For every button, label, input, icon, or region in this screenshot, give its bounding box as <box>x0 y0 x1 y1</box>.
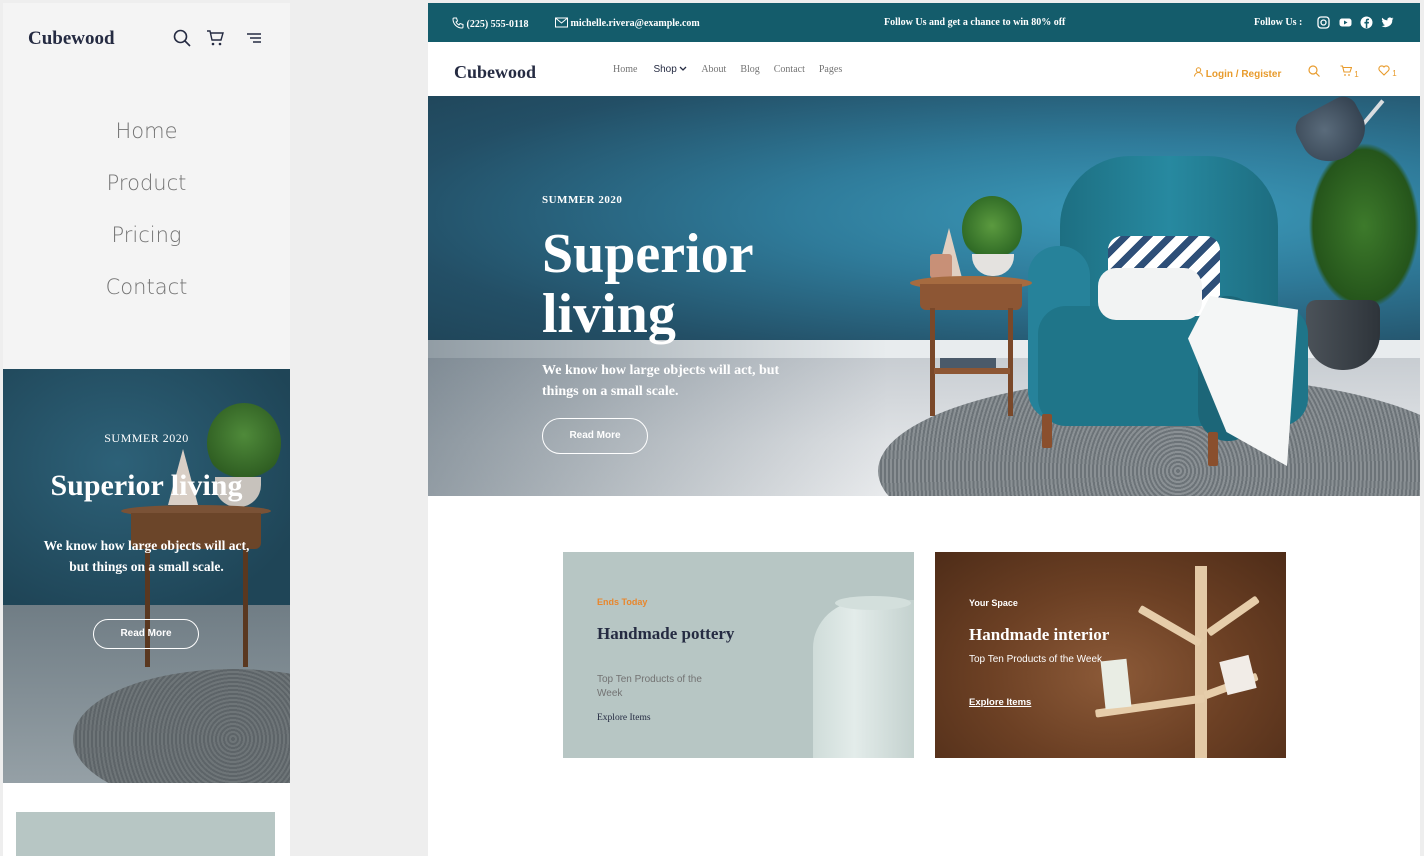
mobile-nav-home[interactable]: Home <box>3 119 290 171</box>
mail-icon <box>555 17 568 29</box>
phone-icon <box>452 17 464 30</box>
promo-subtitle: Top Ten Products of the Week <box>597 674 702 699</box>
facebook-icon[interactable] <box>1360 16 1373 30</box>
hero-big-pot-image <box>1306 300 1380 370</box>
site-logo[interactable]: Cubewood <box>454 62 536 83</box>
instagram-icon[interactable] <box>1317 16 1330 30</box>
mobile-menu-panel: Cubewood Home Product Pricing Contact <box>3 3 290 369</box>
mobile-nav: Home Product Pricing Contact <box>3 119 290 327</box>
promo-vase-rim <box>835 596 911 610</box>
heart-icon <box>1378 65 1390 78</box>
phone-number: (225) 555-0118 <box>466 19 529 30</box>
desktop-hero: SUMMER 2020 Superior living We know how … <box>428 96 1420 496</box>
top-bar: (225) 555-0118 michelle.rivera@example.c… <box>428 3 1420 42</box>
promo-card-interior[interactable]: Your Space Handmade interior Top Ten Pro… <box>935 552 1286 758</box>
hero-description: We know how large objects will act, but … <box>542 363 780 399</box>
mobile-hero: SUMMER 2020 Superior living We know how … <box>3 369 290 783</box>
promo-kicker: Your Space <box>969 598 1018 608</box>
email-contact[interactable]: michelle.rivera@example.com <box>555 17 700 29</box>
cart-icon <box>1340 65 1353 79</box>
search-icon[interactable] <box>1308 65 1320 79</box>
promo-title: Handmade pottery <box>597 624 735 643</box>
nav-shop[interactable]: Shop <box>653 64 687 75</box>
mobile-logo[interactable]: Cubewood <box>28 28 115 50</box>
nav-contact[interactable]: Contact <box>774 64 805 75</box>
chevron-down-icon <box>679 64 687 75</box>
search-icon[interactable] <box>173 29 191 52</box>
mobile-preview: Cubewood Home Product Pricing Contact SU… <box>3 3 290 856</box>
main-nav: Home Shop About Blog Contact Pages <box>613 64 842 75</box>
promo-text: Follow Us and get a chance to win 80% of… <box>884 17 1066 28</box>
mobile-nav-pricing[interactable]: Pricing <box>3 223 290 275</box>
wishlist-button[interactable]: 1 <box>1378 65 1397 78</box>
cart-button[interactable]: 1 <box>1340 65 1359 79</box>
youtube-icon[interactable] <box>1339 16 1352 30</box>
hero-cushion-image <box>1098 268 1202 320</box>
hero-season: SUMMER 2020 <box>542 194 623 206</box>
promo-shelf-tree-image <box>1195 566 1207 758</box>
hero-title: Superior living <box>542 223 753 345</box>
mobile-promo-card <box>16 812 275 856</box>
promo-card-pottery[interactable]: Ends Today Handmade pottery Top Ten Prod… <box>563 552 914 758</box>
follow-label: Follow Us : <box>1254 17 1303 28</box>
hero-side-table-shelf <box>934 368 1010 374</box>
nav-pages[interactable]: Pages <box>819 64 842 75</box>
cart-icon[interactable] <box>206 29 224 52</box>
mobile-hero-title: Superior living <box>50 469 243 502</box>
hero-armchair-leg <box>1208 432 1218 466</box>
user-icon <box>1194 67 1203 80</box>
phone-contact[interactable]: (225) 555-0118 <box>452 17 528 30</box>
hero-side-table-drawer <box>920 284 1022 310</box>
login-register-label: Login / Register <box>1205 69 1282 80</box>
nav-blog[interactable]: Blog <box>740 64 759 75</box>
promo-kicker: Ends Today <box>597 597 648 607</box>
hero-table-plant-image <box>962 196 1022 262</box>
read-more-button[interactable]: Read More <box>542 418 648 454</box>
nav-shop-label: Shop <box>653 64 677 75</box>
desktop-preview: (225) 555-0118 michelle.rivera@example.c… <box>428 3 1420 856</box>
menu-icon[interactable] <box>245 29 263 52</box>
cart-count: 1 <box>1354 70 1359 79</box>
hero-books-image <box>940 358 996 368</box>
login-register-link[interactable]: Login / Register <box>1194 67 1281 80</box>
promo-title: Handmade interior <box>969 625 1110 644</box>
hero-side-table-leg <box>1008 308 1013 416</box>
hero-armchair-leg <box>1042 414 1052 448</box>
promo-shelf-branch <box>1137 605 1203 647</box>
nav-home[interactable]: Home <box>613 64 637 75</box>
wishlist-count: 1 <box>1392 69 1397 78</box>
promo-vase-image <box>813 600 914 758</box>
explore-items-link[interactable]: Explore Items <box>597 713 651 723</box>
hero-cup-image <box>930 254 952 278</box>
main-navbar: Cubewood Home Shop About Blog Contact Pa… <box>428 42 1420 96</box>
mobile-nav-product[interactable]: Product <box>3 171 290 223</box>
mobile-read-more-button[interactable]: Read More <box>93 619 199 649</box>
mobile-hero-season: SUMMER 2020 <box>104 431 189 445</box>
promo-shelf-branch <box>1206 595 1260 637</box>
promo-subtitle: Top Ten Products of the Week <box>969 654 1103 665</box>
mobile-hero-description: We know how large objects will act, but … <box>43 538 250 574</box>
explore-items-link[interactable]: Explore Items <box>969 697 1031 708</box>
nav-about[interactable]: About <box>701 64 726 75</box>
twitter-icon[interactable] <box>1381 16 1394 30</box>
hero-side-table-leg <box>930 308 935 416</box>
mobile-nav-contact[interactable]: Contact <box>3 275 290 327</box>
hero-big-plant-image <box>1304 136 1420 316</box>
email-address: michelle.rivera@example.com <box>570 18 700 29</box>
